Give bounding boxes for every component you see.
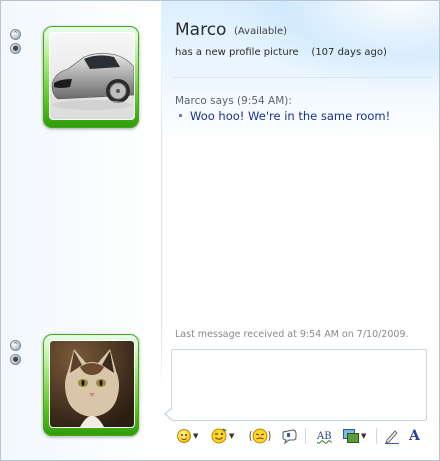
my-avatar bbox=[49, 340, 135, 428]
message-text: Woo hoo! We're in the same room! bbox=[190, 109, 391, 123]
conversation-window: ⌃ ● ⌃ ● Marco (Available) has a new prof… bbox=[0, 0, 440, 461]
contact-name: Marco bbox=[175, 20, 227, 40]
chevron-down-icon: ▼ bbox=[193, 432, 199, 440]
chevron-down-icon: ▼ bbox=[229, 432, 235, 440]
message-sender-line: Marco says (9:54 AM): bbox=[175, 95, 292, 107]
contact-avatar-frame[interactable] bbox=[43, 26, 139, 128]
cat-picture bbox=[50, 341, 134, 427]
compose-pointer-inner bbox=[166, 408, 173, 420]
webcam-my-icon[interactable]: ● bbox=[10, 354, 21, 365]
compose-toolbar: ▼ ▼ AB ▼ A bbox=[171, 422, 433, 450]
background-button[interactable]: ▼ bbox=[343, 426, 366, 446]
chevron-down-icon: ▼ bbox=[361, 432, 367, 440]
compose-input[interactable] bbox=[172, 350, 426, 420]
collapse-my-picture-icon[interactable]: ⌃ bbox=[10, 340, 21, 351]
nudge-icon bbox=[249, 428, 271, 444]
handwriting-icon bbox=[385, 430, 399, 444]
toolbar-separator bbox=[376, 428, 377, 444]
car-picture bbox=[50, 33, 134, 119]
header-separator bbox=[173, 77, 431, 78]
emoticon-button[interactable]: ▼ bbox=[177, 426, 198, 446]
contact-avatar bbox=[49, 32, 135, 120]
voice-clip-icon bbox=[282, 429, 297, 444]
font-button[interactable]: A bbox=[409, 426, 420, 446]
background-icon bbox=[343, 429, 359, 443]
my-avatar-frame[interactable] bbox=[43, 334, 139, 436]
spell-check-icon: AB bbox=[317, 430, 332, 442]
font-icon: A bbox=[409, 428, 420, 444]
pane-divider bbox=[161, 61, 162, 391]
wink-icon bbox=[211, 428, 227, 444]
last-message-info: Last message received at 9:54 AM on 7/10… bbox=[175, 329, 409, 340]
toolbar-separator bbox=[305, 428, 306, 444]
voice-clip-button[interactable] bbox=[281, 426, 297, 446]
contact-status: (Available) bbox=[234, 26, 288, 37]
wink-button[interactable]: ▼ bbox=[211, 426, 234, 446]
spell-check-button[interactable]: AB bbox=[317, 426, 332, 446]
nudge-button[interactable] bbox=[249, 426, 271, 446]
collapse-contact-picture-icon[interactable]: ⌃ bbox=[10, 29, 21, 40]
message-item: Woo hoo! We're in the same room! bbox=[179, 109, 390, 123]
message-bullet bbox=[179, 114, 182, 117]
handwriting-button[interactable] bbox=[384, 426, 400, 446]
emoticon-icon bbox=[177, 429, 191, 443]
personal-message: has a new profile picture (107 days ago) bbox=[175, 47, 387, 58]
compose-box[interactable] bbox=[171, 349, 427, 421]
webcam-contact-icon[interactable]: ● bbox=[10, 43, 21, 54]
